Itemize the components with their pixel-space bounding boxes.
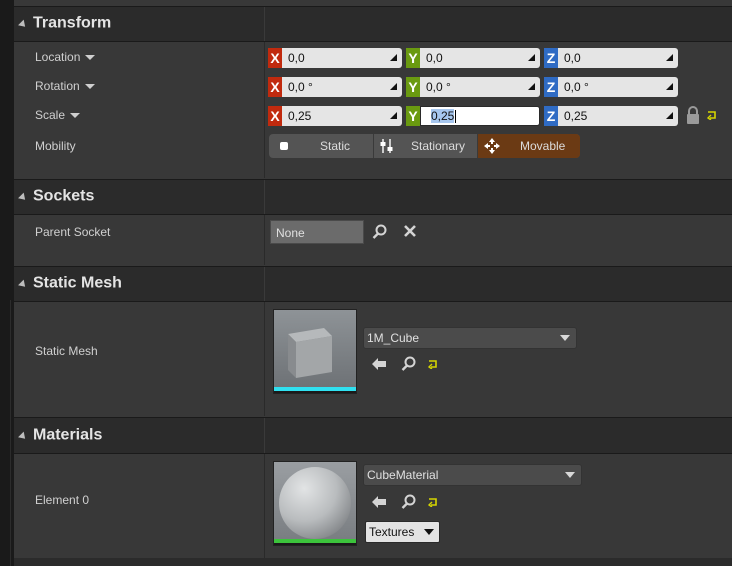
location-dropdown-icon[interactable] [85, 55, 96, 61]
mobility-movable[interactable]: Movable [478, 134, 580, 158]
location-y-field[interactable]: 0,0 [420, 48, 540, 68]
rotation-dropdown-icon[interactable] [84, 84, 95, 90]
drag-grip-icon [390, 54, 397, 61]
scale-z-axis: Z [544, 106, 558, 126]
back-arrow-icon[interactable] [371, 495, 387, 509]
drag-grip-icon [390, 112, 397, 119]
material-asset-combo[interactable]: CubeMaterial [363, 464, 582, 486]
sockets-section-header[interactable]: Sockets [14, 179, 732, 215]
cube-preview-image [274, 310, 356, 391]
collapse-triangle-icon [18, 279, 28, 290]
static-icon [280, 142, 288, 150]
collapse-triangle-icon [18, 19, 28, 30]
scale-y-axis: Y [406, 106, 420, 126]
static-mesh-thumbnail[interactable] [273, 309, 357, 394]
location-x-field[interactable]: 0,0 [282, 48, 402, 68]
scale-z-field[interactable]: 0,25 [558, 106, 678, 126]
reset-arrow-icon[interactable] [428, 359, 439, 369]
search-icon[interactable] [401, 494, 417, 510]
location-y-axis: Y [406, 48, 420, 68]
location-z-field[interactable]: 0,0 [558, 48, 678, 68]
textures-button[interactable]: Textures [365, 521, 440, 543]
lock-icon[interactable] [686, 106, 700, 125]
reset-arrow-icon[interactable] [428, 497, 439, 507]
stationary-sliders-icon [380, 139, 393, 153]
static-mesh-title: Static Mesh [33, 274, 122, 292]
transform-section-header[interactable]: Transform [14, 6, 732, 42]
scale-x-axis: X [268, 106, 282, 126]
materials-title: Materials [33, 426, 103, 444]
parent-socket-label: Parent Socket [35, 225, 111, 239]
location-z-axis: Z [544, 48, 558, 68]
element-0-label: Element 0 [35, 493, 90, 507]
static-mesh-asset-combo[interactable]: 1M_Cube [363, 327, 577, 349]
sockets-section-body [14, 215, 732, 265]
static-mesh-section-header[interactable]: Static Mesh [14, 266, 732, 302]
rotation-z-axis: Z [544, 77, 558, 97]
transform-title: Transform [33, 14, 112, 32]
mobility-static[interactable]: Static [269, 134, 373, 158]
rotation-y-field[interactable]: 0,0 ° [420, 77, 540, 97]
drag-grip-icon [666, 83, 673, 90]
drag-grip-icon [666, 54, 673, 61]
rotation-x-axis: X [268, 77, 282, 97]
rotation-z-field[interactable]: 0,0 ° [558, 77, 678, 97]
chevron-down-icon [560, 335, 570, 341]
search-icon[interactable] [401, 356, 417, 372]
move-arrows-icon [484, 138, 500, 154]
next-section-header-edge [14, 558, 732, 566]
materials-section-header[interactable]: Materials [14, 417, 732, 454]
drag-grip-icon [528, 83, 535, 90]
rotation-label[interactable]: Rotation [35, 79, 95, 93]
search-icon[interactable] [372, 224, 388, 240]
collapse-triangle-icon [18, 431, 28, 442]
parent-socket-field[interactable]: None [270, 220, 364, 244]
drag-grip-icon [390, 83, 397, 90]
rotation-x-field[interactable]: 0,0 ° [282, 77, 402, 97]
chevron-down-icon [424, 529, 434, 535]
clear-x-icon[interactable] [403, 224, 417, 238]
drag-grip-icon [666, 112, 673, 119]
chevron-down-icon [565, 472, 575, 478]
sphere-preview-image [274, 462, 356, 543]
back-arrow-icon[interactable] [371, 357, 387, 371]
mobility-label: Mobility [35, 139, 76, 153]
location-label[interactable]: Location [35, 50, 96, 64]
scale-y-field[interactable]: 0,25 [420, 106, 540, 126]
reset-arrow-icon[interactable] [707, 110, 718, 120]
collapse-triangle-icon [18, 192, 28, 203]
material-thumbnail[interactable] [273, 461, 357, 546]
scale-x-field[interactable]: 0,25 [282, 106, 402, 126]
static-mesh-label: Static Mesh [35, 344, 98, 358]
drag-grip-icon [528, 54, 535, 61]
location-x-axis: X [268, 48, 282, 68]
rotation-y-axis: Y [406, 77, 420, 97]
mobility-stationary[interactable]: Stationary [374, 134, 477, 158]
sockets-title: Sockets [33, 187, 95, 205]
mobility-selector: Static Stationary Movable [269, 134, 580, 158]
left-gutter [0, 0, 14, 566]
scale-label[interactable]: Scale [35, 108, 81, 122]
scale-dropdown-icon[interactable] [70, 113, 81, 119]
